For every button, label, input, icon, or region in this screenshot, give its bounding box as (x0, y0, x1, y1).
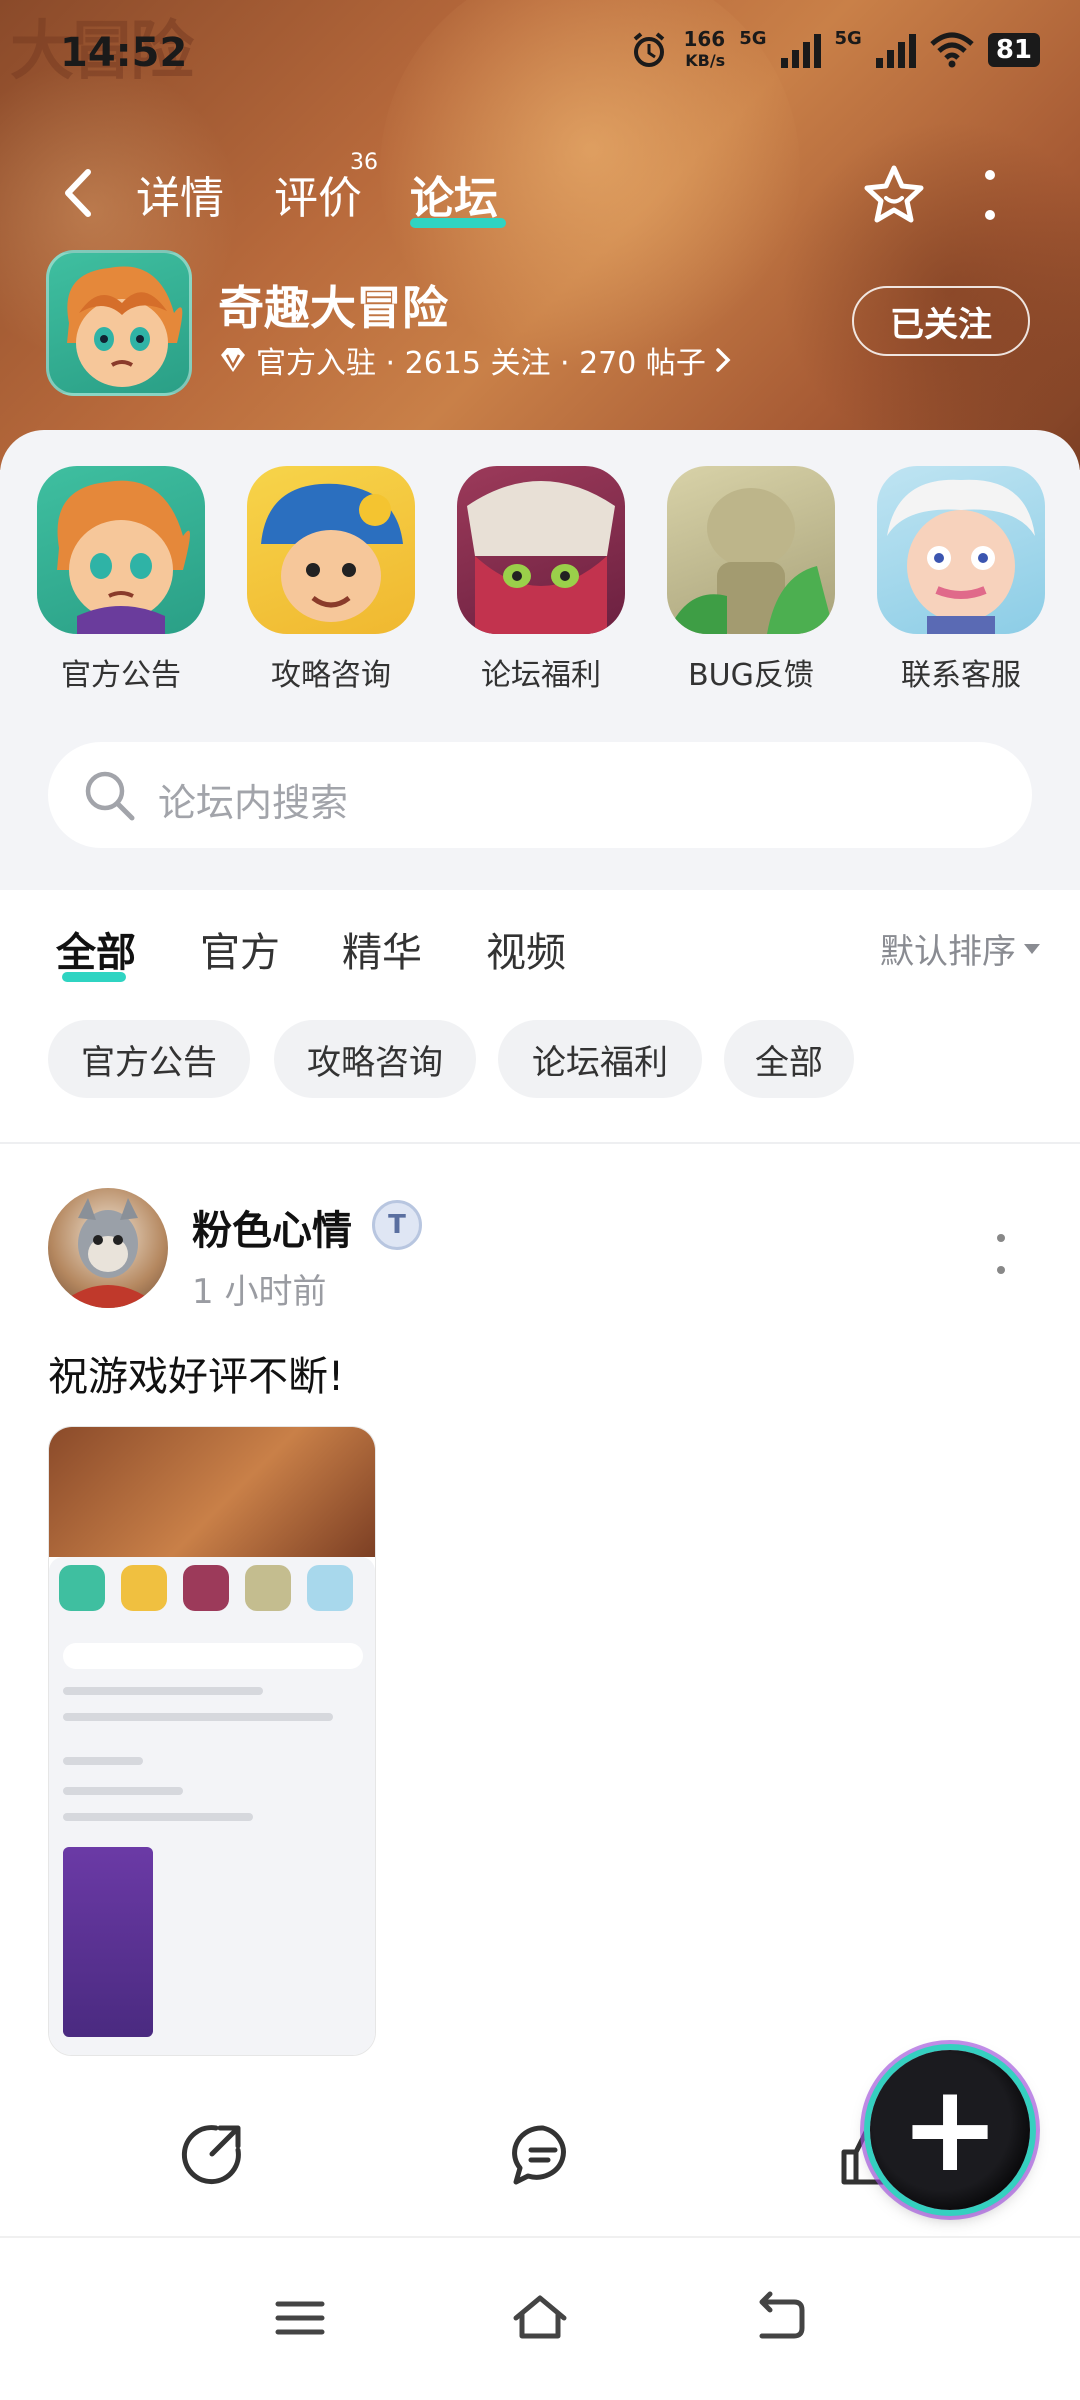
alarm-icon (634, 32, 665, 67)
search-placeholder: 论坛内搜索 (158, 781, 349, 825)
comment-icon[interactable] (508, 2120, 578, 2190)
status-time: 14:52 (60, 30, 188, 76)
tab-forum[interactable]: 论坛 (410, 162, 498, 226)
category-label: 官方公告 (61, 658, 181, 693)
game-info: 奇趣大冒险 官方入驻 · 2615 关注 · 270 帖子 已关注 (46, 250, 1046, 400)
post-more-icon[interactable] (996, 1234, 1006, 1274)
category-official-announcement[interactable]: 官方公告 (36, 466, 206, 694)
plus-icon: + (899, 2060, 1001, 2199)
strategy-character-icon (261, 483, 403, 622)
menu-icon[interactable] (270, 2288, 330, 2348)
category-forum-welfare[interactable]: 论坛福利 (456, 466, 626, 694)
category-bug-feedback[interactable]: BUG反馈 (666, 466, 836, 694)
welfare-character-icon (467, 481, 615, 634)
sim1-type: 5G (739, 28, 767, 49)
game-meta[interactable]: 官方入驻 · 2615 关注 · 270 帖子 (218, 338, 732, 382)
filter-tab-featured[interactable]: 精华 (342, 920, 422, 978)
network-speed: 166 KB/s (683, 27, 726, 70)
top-nav: 详情 评价 36 论坛 (0, 150, 1080, 240)
active-tab-indicator (410, 218, 506, 228)
category-label: 攻略咨询 (271, 658, 391, 693)
bug-feedback-statue-icon (667, 488, 835, 634)
search-icon (85, 771, 135, 821)
filter-tab-official[interactable]: 官方 (200, 920, 280, 978)
post-image-screenshot[interactable]: + (48, 1426, 376, 2056)
sort-label: 默认排序 (880, 932, 1016, 972)
signal-icon-2 (875, 32, 916, 68)
signal-icon (780, 32, 821, 68)
category-label: BUG反馈 (688, 658, 814, 693)
game-icon[interactable] (46, 250, 192, 396)
tab-reviews[interactable]: 评价 (274, 162, 362, 226)
forum-page: 大冒险 14:52 166 KB/s 5G 5G 81 详情 评价 36 论坛 … (0, 0, 1080, 2400)
category-list: 官方公告 攻略咨询 论坛福利 BUG反馈 联系客服 (0, 466, 1080, 706)
tab-details[interactable]: 详情 (136, 162, 224, 226)
back-icon[interactable] (750, 2288, 810, 2348)
follow-button[interactable]: 已关注 (852, 286, 1030, 356)
support-character-icon (887, 479, 1035, 634)
announcement-character-icon (57, 480, 190, 634)
filter-tabs: 全部 官方 精华 视频 默认排序 (0, 890, 1080, 1000)
post-text: 祝游戏好评不断! (48, 1354, 345, 1400)
diamond-verified-icon (221, 348, 245, 372)
category-card: 官方公告 攻略咨询 论坛福利 BUG反馈 联系客服 论坛内搜索 (0, 430, 1080, 890)
share-icon[interactable] (176, 2120, 246, 2190)
chip-strategy-consult[interactable]: 攻略咨询 (274, 1020, 476, 1098)
chip-all[interactable]: 全部 (724, 1020, 854, 1098)
back-arrow-icon[interactable] (58, 168, 98, 218)
category-label: 联系客服 (901, 658, 1021, 693)
more-options-icon[interactable] (980, 170, 1000, 220)
chevron-right-icon (716, 348, 731, 372)
subcategory-chips: 官方公告 攻略咨询 论坛福利 全部 (0, 1010, 1080, 1120)
filter-tab-video[interactable]: 视频 (486, 920, 566, 978)
post-username[interactable]: 粉色心情 (192, 1198, 352, 1256)
filter-tab-indicator (62, 972, 126, 982)
sort-dropdown[interactable]: 默认排序 (880, 924, 1040, 973)
game-title: 奇趣大冒险 (218, 281, 448, 335)
user-level-badge-icon: T (372, 1200, 422, 1250)
system-navigation-bar (0, 2236, 1080, 2400)
reviews-count-badge: 36 (350, 150, 378, 175)
wifi-icon (930, 32, 974, 68)
user-avatar[interactable] (48, 1188, 168, 1308)
caret-down-icon (1024, 943, 1040, 954)
post-time: 1 小时前 (192, 1272, 327, 1312)
game-meta-text: 官方入驻 · 2615 关注 · 270 帖子 (256, 346, 706, 381)
sim2-type: 5G (834, 28, 862, 49)
home-icon[interactable] (510, 2288, 570, 2348)
battery-indicator: 81 (987, 33, 1040, 67)
header-banner: 大冒险 14:52 166 KB/s 5G 5G 81 详情 评价 36 论坛 … (0, 0, 1080, 470)
star-favorite-icon[interactable] (862, 162, 926, 226)
forum-search[interactable]: 论坛内搜索 (48, 742, 1032, 848)
chip-forum-welfare[interactable]: 论坛福利 (498, 1020, 702, 1098)
category-strategy-consult[interactable]: 攻略咨询 (246, 466, 416, 694)
chip-official-announcement[interactable]: 官方公告 (48, 1020, 250, 1098)
category-label: 论坛福利 (481, 658, 601, 693)
filter-tab-all[interactable]: 全部 (56, 920, 136, 978)
status-bar: 14:52 166 KB/s 5G 5G 81 (0, 0, 1080, 110)
create-post-fab[interactable]: + (870, 2050, 1030, 2210)
category-contact-support[interactable]: 联系客服 (876, 466, 1046, 694)
